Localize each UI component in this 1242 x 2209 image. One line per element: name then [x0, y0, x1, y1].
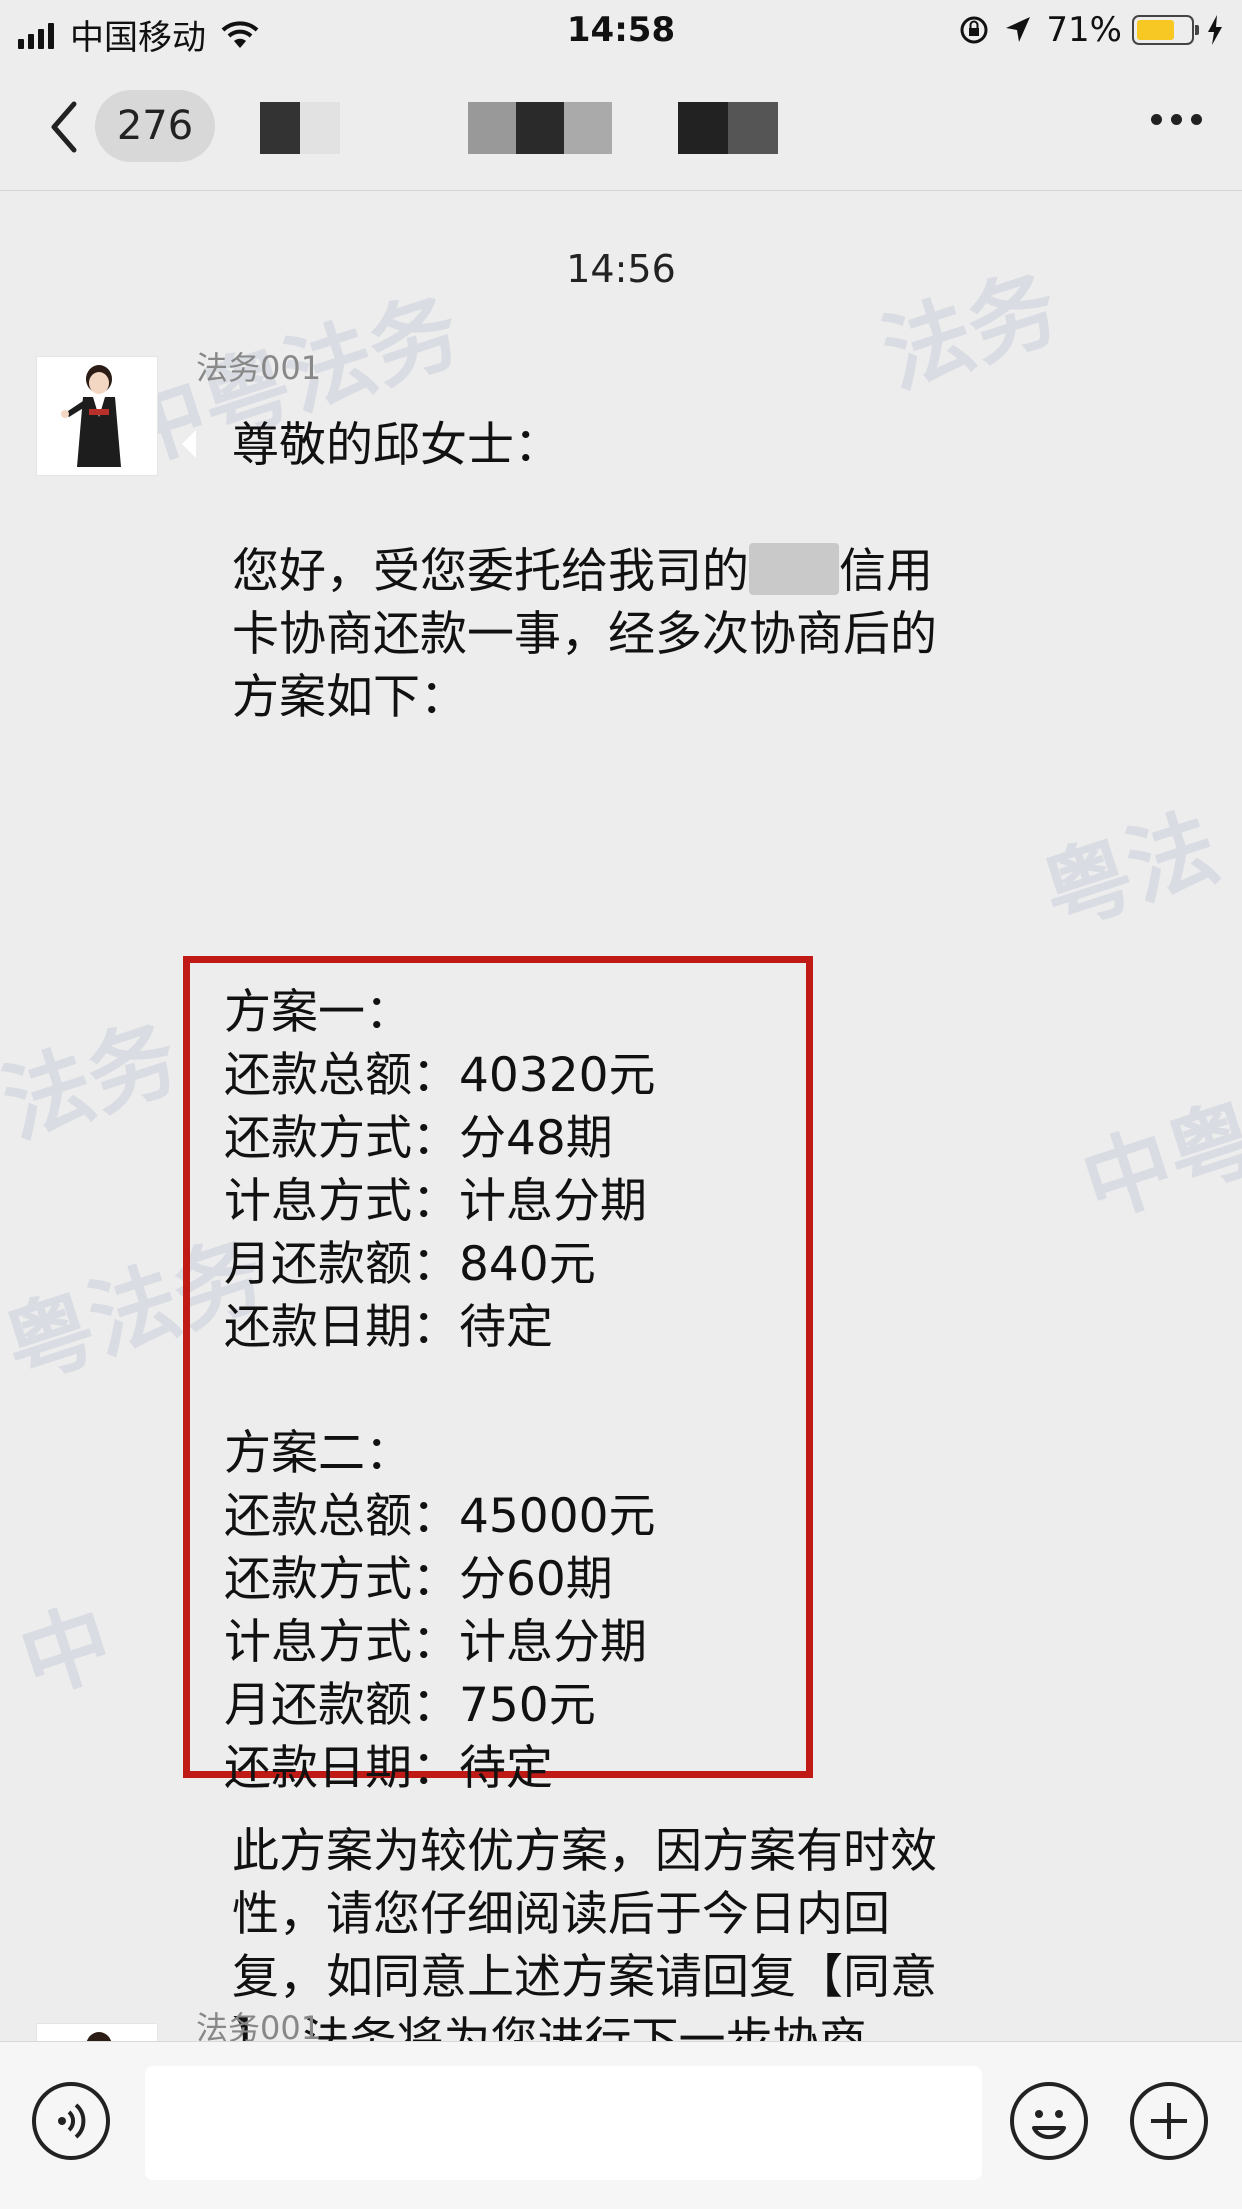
plan-row: 计息方式：计息分期 [224, 1174, 647, 1229]
plan-title: 方案二： [224, 1426, 412, 1481]
location-icon [1006, 17, 1031, 42]
emoji-button[interactable] [1010, 2082, 1088, 2160]
greeting-text: 尊敬的邱女士： [232, 418, 561, 473]
message-input[interactable] [145, 2066, 982, 2180]
plan-row: 还款日期：待定 [224, 1300, 553, 1355]
avatar[interactable] [36, 2023, 158, 2041]
plan-row: 月还款额：840元 [224, 1237, 596, 1292]
closing-line: 】，法务将为您进行下一步协商。 [232, 2013, 914, 2041]
input-bar [0, 2041, 1242, 2209]
closing-line: 性，请您仔细阅读后于今日内回 [232, 1887, 890, 1942]
plan-row: 还款方式：分48期 [224, 1111, 613, 1166]
message-bubble[interactable]: 尊敬的邱女士： 您好，受您委托给我司的 信用 卡协商还款一事，经多次协商后的 方案… [182, 396, 1046, 2041]
smiley-icon [1032, 2110, 1066, 2140]
redacted-bank-name [749, 543, 839, 595]
message-body: 尊敬的邱女士： 您好，受您委托给我司的 信用 卡协商还款一事，经多次协商后的 方案… [232, 414, 1032, 729]
lawyer-avatar-icon [61, 365, 121, 467]
battery-icon [1132, 15, 1199, 45]
closing-line: 此方案为较优方案，因方案有时效 [232, 1824, 937, 1879]
plan-row: 还款日期：待定 [224, 1741, 553, 1796]
back-chevron-icon[interactable] [40, 92, 100, 162]
more-options-button[interactable] [1142, 114, 1202, 125]
closing-text: 此方案为较优方案，因方案有时效 性，请您仔细阅读后于今日内回 复，如同意上述方案… [232, 1820, 1032, 2041]
closing-line: 复，如同意上述方案请回复【同意 [232, 1950, 937, 2005]
unread-count-badge[interactable]: 276 [95, 90, 215, 162]
plan-two: 方案二： 还款总额：45000元 还款方式：分60期 计息方式：计息分期 月还款… [224, 1422, 656, 1800]
intro-line: 方案如下： [232, 670, 467, 725]
avatar[interactable] [36, 356, 158, 476]
voice-button[interactable] [32, 2082, 110, 2160]
add-button[interactable] [1130, 2082, 1208, 2160]
plan-title: 方案一： [224, 985, 412, 1040]
watermark: 中 [8, 1588, 124, 1714]
plan-row: 还款方式：分60期 [224, 1552, 613, 1607]
voice-icon [58, 2103, 86, 2139]
rotation-lock-icon [960, 16, 988, 44]
plan-one: 方案一： 还款总额：40320元 还款方式：分48期 计息方式：计息分期 月还款… [224, 981, 656, 1359]
sender-name: 法务001 [196, 349, 322, 387]
intro-line: 您好，受您委托给我司的 信用 [232, 543, 933, 599]
plus-icon [1151, 2103, 1187, 2139]
battery-fill [1137, 20, 1174, 40]
lawyer-avatar-icon [86, 2032, 112, 2041]
message-timestamp: 14:56 [566, 247, 676, 291]
nav-bar: 276 [0, 62, 1242, 191]
watermark: 粤法 [1030, 794, 1230, 948]
status-bar: 中国移动 14:58 71% [0, 0, 1242, 62]
watermark: 中粤 [1070, 1084, 1242, 1238]
plan-row: 还款总额：45000元 [224, 1489, 656, 1544]
plan-row: 还款总额：40320元 [224, 1048, 656, 1103]
intro-line: 卡协商还款一事，经多次协商后的 [232, 607, 937, 662]
watermark: 法务 [0, 1004, 190, 1158]
more-dot-icon [1191, 114, 1202, 125]
sender-name: 法务001 [196, 2009, 322, 2041]
battery-percent: 71% [1046, 10, 1122, 50]
plan-row: 计息方式：计息分期 [224, 1615, 647, 1670]
status-right: 71% [958, 10, 1224, 50]
chat-title-redacted [260, 102, 780, 154]
chat-area[interactable]: 中粤法务 法务 粤法 中粤 法务 粤法务 中 14:56 法务001 尊敬的邱女… [0, 191, 1242, 2041]
plan-row: 月还款额：750元 [224, 1678, 596, 1733]
more-dot-icon [1151, 114, 1162, 125]
highlighted-plans-box: 方案一： 还款总额：40320元 还款方式：分48期 计息方式：计息分期 月还款… [183, 956, 813, 1796]
charging-icon [1208, 15, 1222, 45]
more-dot-icon [1171, 114, 1182, 125]
